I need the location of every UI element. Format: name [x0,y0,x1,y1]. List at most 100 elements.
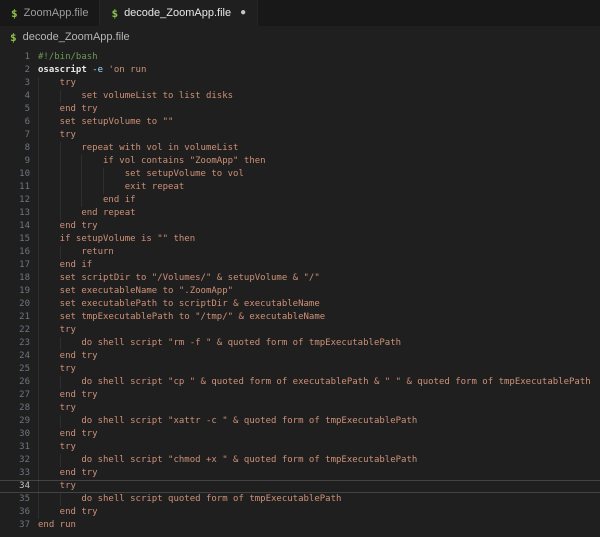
code-line[interactable]: 9if vol contains "ZoomApp" then [0,155,600,168]
code-line[interactable]: 13end repeat [0,207,600,220]
line-number[interactable]: 14 [0,220,30,233]
line-number[interactable]: 36 [0,506,30,519]
line-number[interactable]: 23 [0,337,30,350]
code-line[interactable]: 7try [0,129,600,142]
line-number[interactable]: 7 [0,129,30,142]
code-line[interactable]: 27end try [0,389,600,402]
line-number[interactable]: 1 [0,51,30,64]
line-number[interactable]: 26 [0,376,30,389]
line-number[interactable]: 32 [0,454,30,467]
code-line[interactable]: 16return [0,246,600,259]
line-number[interactable]: 25 [0,363,30,376]
code-line[interactable]: 26do shell script "cp " & quoted form of… [0,376,600,389]
line-number[interactable]: 4 [0,90,30,103]
indent-guide [38,324,60,337]
line-number[interactable]: 21 [0,311,30,324]
code-line[interactable]: 10set setupVolume to vol [0,168,600,181]
code-line[interactable]: 28try [0,402,600,415]
code-line[interactable]: 3try [0,77,600,90]
code-text: end try [30,220,98,233]
tab-zoomapp-file[interactable]: $ ZoomApp.file [0,0,100,26]
line-number[interactable]: 20 [0,298,30,311]
line-number[interactable]: 34 [0,480,30,493]
line-number[interactable]: 10 [0,168,30,181]
code-editor[interactable]: 1#!/bin/bash2osascript -e 'on run3try4se… [0,48,600,537]
line-number[interactable]: 27 [0,389,30,402]
shell-file-icon: $ [111,7,118,20]
indent-guide [103,181,125,194]
code-line[interactable]: 12end if [0,194,600,207]
code-line[interactable]: 21set tmpExecutablePath to "/tmp/" & exe… [0,311,600,324]
line-number[interactable]: 13 [0,207,30,220]
code-line[interactable]: 5end try [0,103,600,116]
code-line[interactable]: 25try [0,363,600,376]
line-number[interactable]: 17 [0,259,30,272]
line-number[interactable]: 16 [0,246,30,259]
indent-guide [60,376,82,389]
code-line[interactable]: 8repeat with vol in volumeList [0,142,600,155]
line-number[interactable]: 35 [0,493,30,506]
code-line[interactable]: 6set setupVolume to "" [0,116,600,129]
indent-guide [38,207,60,220]
code-line[interactable]: 17end if [0,259,600,272]
line-number[interactable]: 28 [0,402,30,415]
line-number[interactable]: 19 [0,285,30,298]
tab-decode-zoomapp-file[interactable]: $ decode_ZoomApp.file ● [100,0,258,26]
code-line[interactable]: 35do shell script quoted form of tmpExec… [0,493,600,506]
code-line[interactable]: 20set executablePath to scriptDir & exec… [0,298,600,311]
code-line[interactable]: 23do shell script "rm -f " & quoted form… [0,337,600,350]
line-number[interactable]: 8 [0,142,30,155]
line-number[interactable]: 5 [0,103,30,116]
code-text: try [30,402,76,415]
code-line[interactable]: 31try [0,441,600,454]
line-number[interactable]: 6 [0,116,30,129]
code-line[interactable]: 18set scriptDir to "/Volumes/" & setupVo… [0,272,600,285]
line-number[interactable]: 9 [0,155,30,168]
line-number[interactable]: 18 [0,272,30,285]
line-number[interactable]: 31 [0,441,30,454]
modified-indicator-icon[interactable]: ● [240,8,246,18]
code-line[interactable]: 22try [0,324,600,337]
code-line[interactable]: 37end run [0,519,600,532]
line-number[interactable]: 22 [0,324,30,337]
code-line[interactable]: 36end try [0,506,600,519]
code-line[interactable]: 4set volumeList to list disks [0,90,600,103]
code-line[interactable]: 19set executableName to ".ZoomApp" [0,285,600,298]
line-number[interactable]: 11 [0,181,30,194]
line-number[interactable]: 37 [0,519,30,532]
code-text: do shell script quoted form of tmpExecut… [30,493,341,506]
code-line[interactable]: 32do shell script "chmod +x " & quoted f… [0,454,600,467]
code-line[interactable]: 1#!/bin/bash [0,51,600,64]
code-line[interactable]: 29do shell script "xattr -c " & quoted f… [0,415,600,428]
indent-guide [38,389,60,402]
code-line-current[interactable]: 34try [0,480,600,493]
code-text: #!/bin/bash [30,51,98,64]
code-line[interactable]: 2osascript -e 'on run [0,64,600,77]
indent-guide [38,259,60,272]
code-line[interactable]: 14end try [0,220,600,233]
line-number[interactable]: 24 [0,350,30,363]
line-number[interactable]: 3 [0,77,30,90]
line-number[interactable]: 33 [0,467,30,480]
line-number[interactable]: 30 [0,428,30,441]
line-number[interactable]: 12 [0,194,30,207]
indent-guide [38,311,60,324]
indent-guide [38,337,60,350]
line-number[interactable]: 15 [0,233,30,246]
code-line[interactable]: 15if setupVolume is "" then [0,233,600,246]
code-text: set executablePath to scriptDir & execut… [30,298,320,311]
line-number[interactable]: 2 [0,64,30,77]
indent-guide [38,90,60,103]
indent-guide [38,285,60,298]
indent-guide [60,337,82,350]
indent-guide [81,168,103,181]
code-line[interactable]: 30end try [0,428,600,441]
code-text: end run [30,519,76,532]
code-text: osascript -e 'on run [30,64,146,77]
code-line[interactable]: 33end try [0,467,600,480]
code-line[interactable]: 11exit repeat [0,181,600,194]
line-number[interactable]: 29 [0,415,30,428]
code-text: do shell script "xattr -c " & quoted for… [30,415,417,428]
breadcrumb[interactable]: $ decode_ZoomApp.file [0,26,600,48]
code-line[interactable]: 24end try [0,350,600,363]
